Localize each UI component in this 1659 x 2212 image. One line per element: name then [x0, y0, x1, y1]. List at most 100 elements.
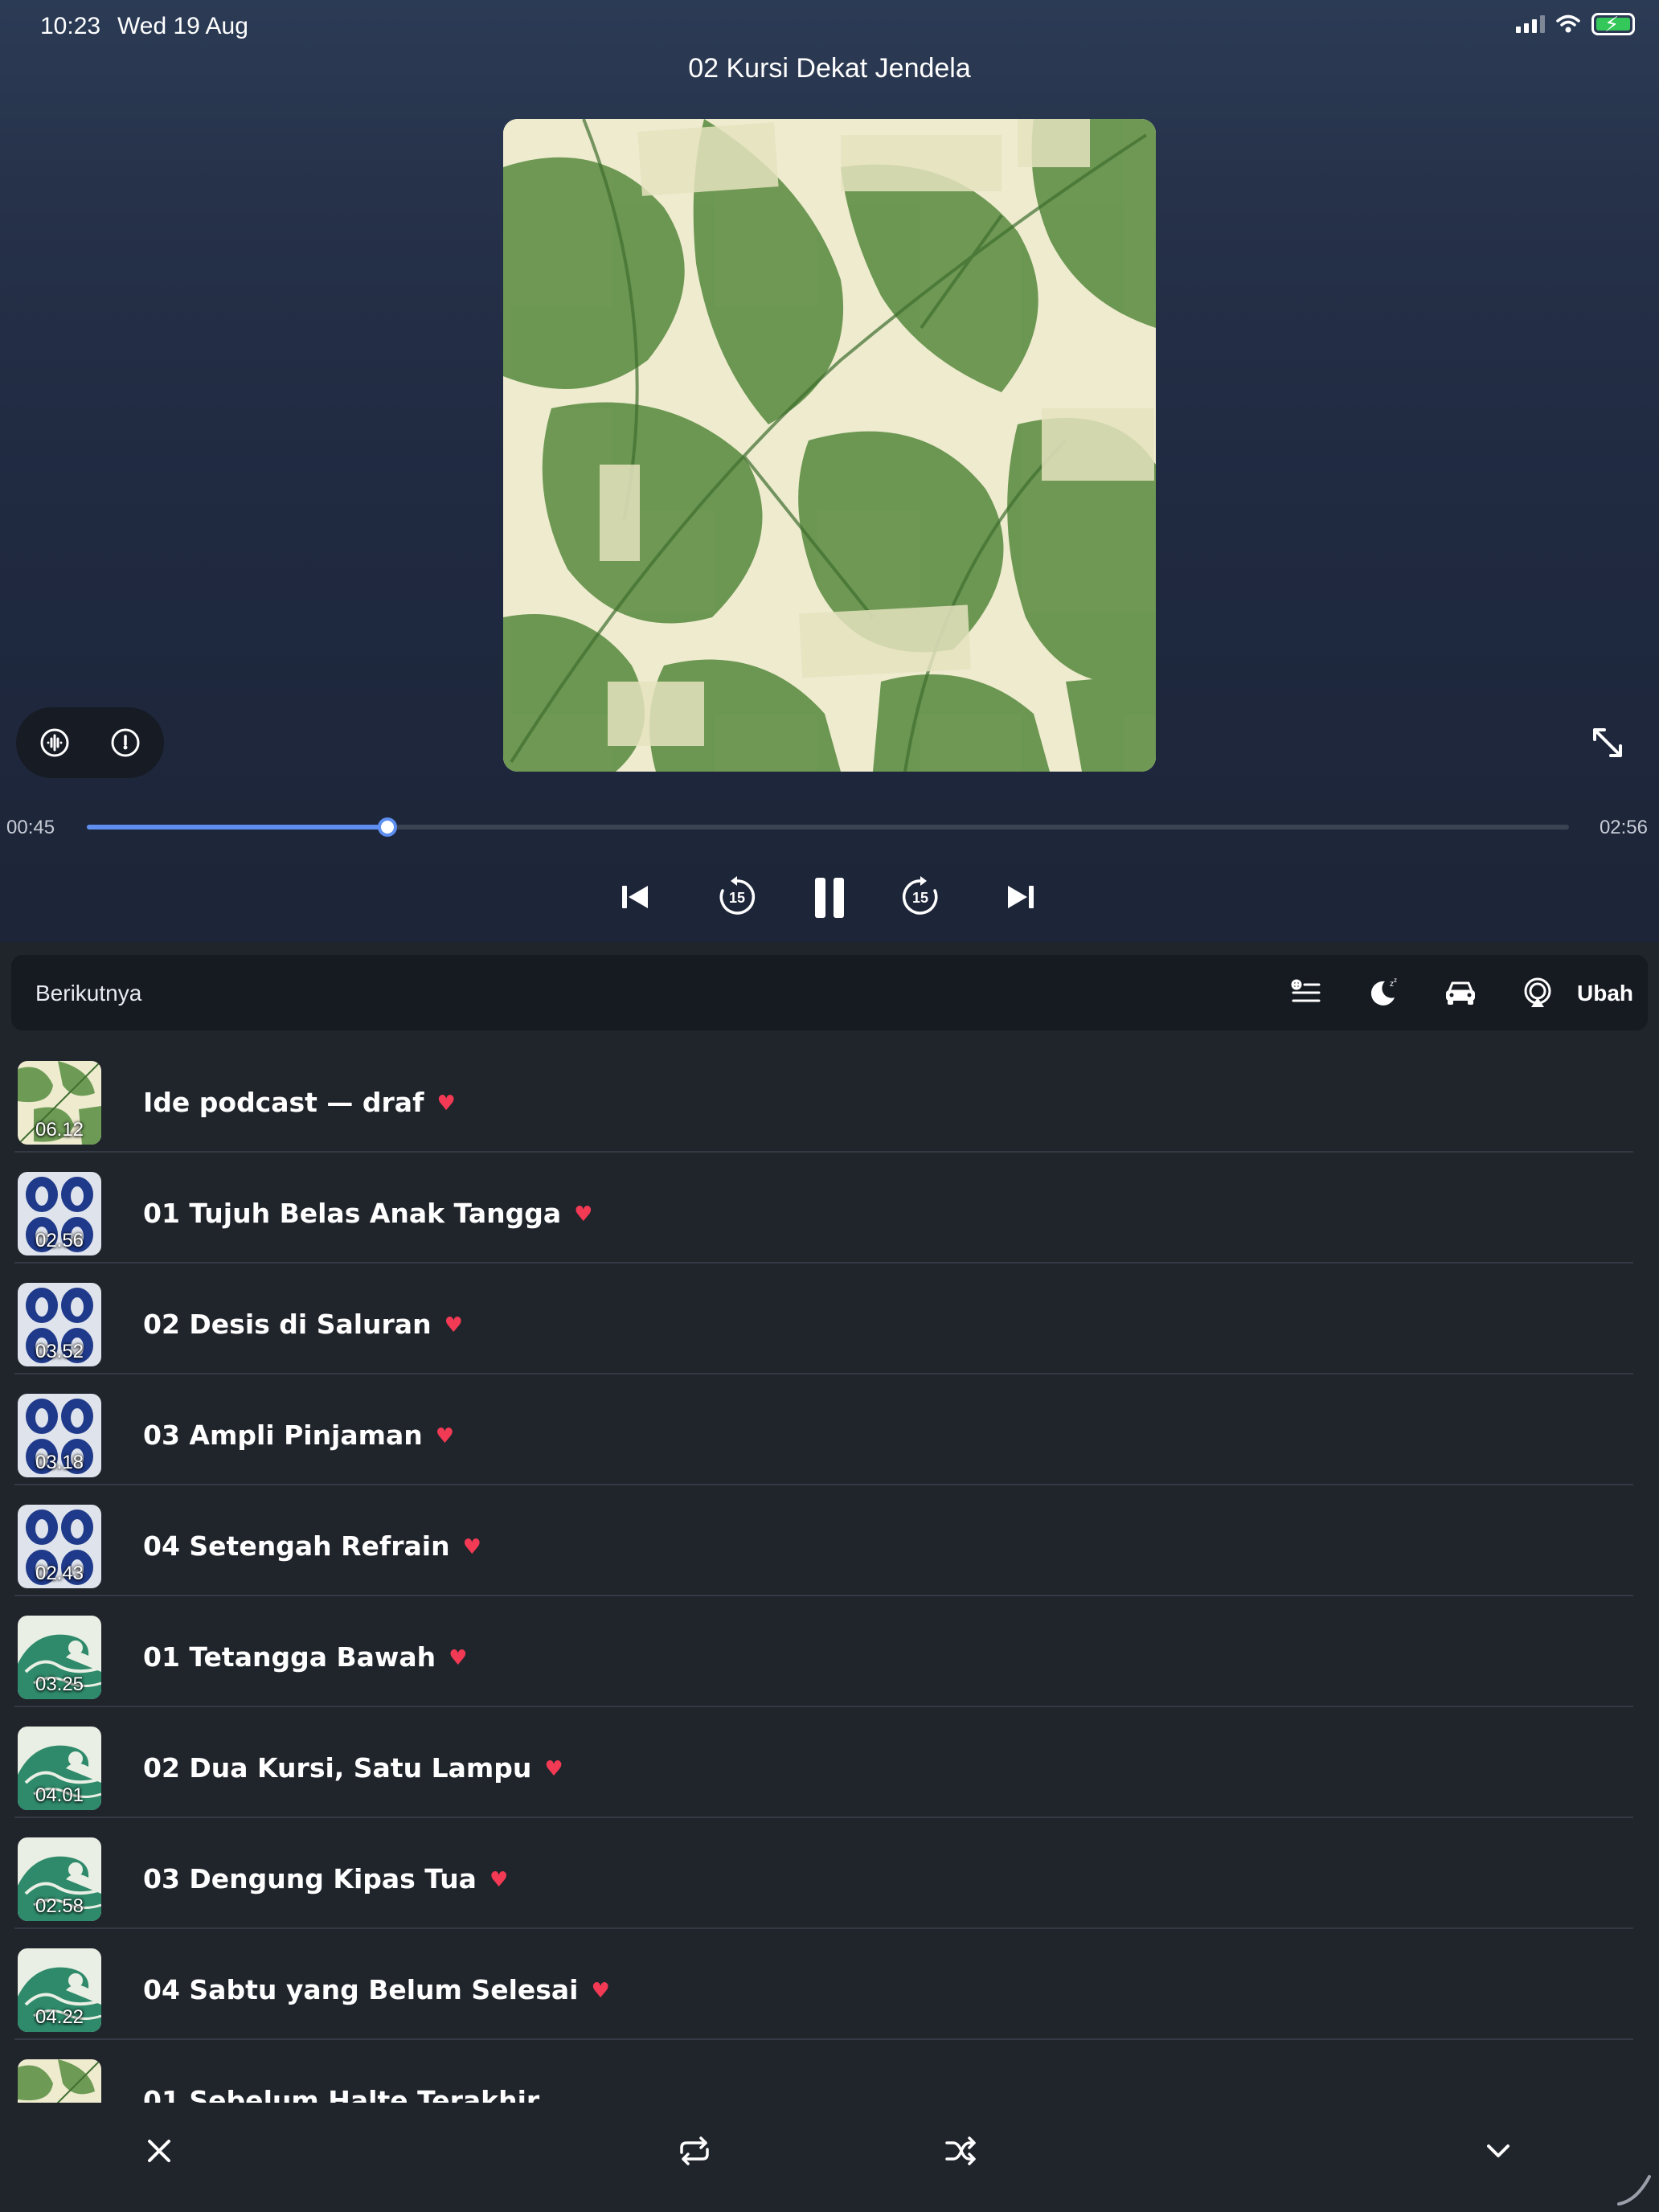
track-title-label: 01 Tujuh Belas Anak Tangga ♥: [143, 1198, 592, 1229]
track-duration: 02.58: [35, 1895, 84, 1917]
track-duration: 03.52: [35, 1341, 84, 1362]
total-duration: 02:56: [1599, 817, 1648, 838]
elapsed-time: 00:45: [6, 817, 55, 838]
queue-row[interactable]: 04.22 04 Sabtu yang Belum Selesai ♥: [14, 1929, 1633, 2040]
track-title-label: 04 Sabtu yang Belum Selesai ♥: [143, 1974, 610, 2005]
track-duration: 02.43: [35, 1563, 84, 1584]
track-title-text: 02 Dua Kursi, Satu Lampu: [143, 1752, 532, 1784]
track-duration: 03.18: [35, 1452, 84, 1473]
track-title-text: 01 Sebelum Halte Terakhir: [143, 2085, 540, 2103]
progress-slider[interactable]: [87, 817, 1569, 837]
close-icon[interactable]: [137, 2128, 182, 2173]
track-title-text: 01 Tetangga Bawah: [143, 1641, 436, 1673]
progress-thumb[interactable]: [378, 817, 398, 837]
track-title-text: 03 Ampli Pinjaman: [143, 1419, 423, 1451]
favorite-heart-icon[interactable]: ♥: [436, 1424, 454, 1448]
track-artwork-thumbnail: 06.12: [18, 1061, 101, 1145]
track-title-label: 02 Dua Kursi, Satu Lampu ♥: [143, 1752, 563, 1784]
track-title-label: 03 Ampli Pinjaman ♥: [143, 1419, 454, 1451]
track-artwork-thumbnail: 02.56: [18, 1172, 101, 1256]
track-artwork-thumbnail: 03.52: [18, 1283, 101, 1366]
skip-back-icon[interactable]: [606, 868, 664, 926]
now-playing-panel: 10:23 Wed 19 Aug ⚡ 02 Kursi Dekat Jendel…: [0, 0, 1659, 942]
track-title-label: 03 Dengung Kipas Tua ♥: [143, 1863, 508, 1895]
audio-effects-pill: [16, 707, 164, 778]
queue-row[interactable]: 06.12 Ide podcast — draf ♥: [14, 1042, 1633, 1153]
track-artwork-thumbnail: 03.25: [18, 1616, 101, 1699]
queue-row[interactable]: 02.58 03 Dengung Kipas Tua ♥: [14, 1818, 1633, 1929]
skip-forward-icon[interactable]: [992, 868, 1050, 926]
track-title-text: Ide podcast — draf: [143, 1087, 424, 1118]
track-title-text: 02 Desis di Saluran: [143, 1309, 432, 1340]
queue-list: 06.12 Ide podcast — draf ♥ 02.56 01 Tujuh Be…: [0, 1042, 1659, 2103]
favorite-heart-icon[interactable]: ♥: [544, 1757, 563, 1781]
queue-row[interactable]: 02.56 01 Tujuh Belas Anak Tangga ♥: [14, 1153, 1633, 1264]
track-title-label: 01 Tetangga Bawah ♥: [143, 1641, 467, 1673]
svg-text:15: 15: [912, 890, 928, 906]
track-title-text: 03 Dengung Kipas Tua: [143, 1863, 477, 1895]
status-bar: 10:23 Wed 19 Aug ⚡: [0, 0, 1659, 51]
sound-wave-icon[interactable]: [37, 725, 72, 760]
track-title: 02 Kursi Dekat Jendela: [688, 53, 971, 84]
track-duration: 02.56: [35, 1230, 84, 1251]
chevron-down-icon[interactable]: [1476, 2128, 1521, 2173]
queue-label: Berikutnya: [35, 981, 142, 1006]
add-to-queue-icon[interactable]: [1288, 974, 1325, 1011]
track-title-label: Ide podcast — draf ♥: [143, 1087, 456, 1118]
track-duration: 06.12: [35, 1119, 84, 1141]
track-title-label: 04 Setengah Refrain ♥: [143, 1530, 481, 1562]
track-artwork-thumbnail: 02.58: [18, 1837, 101, 1921]
favorite-heart-icon[interactable]: ♥: [574, 1202, 592, 1227]
track-title-label: 01 Sebelum Halte Terakhir: [143, 2085, 539, 2103]
album-artwork[interactable]: [503, 119, 1156, 772]
sleep-timer-icon[interactable]: z z: [1365, 974, 1402, 1011]
queue-header: Berikutnya z z Ubah: [11, 955, 1648, 1030]
repeat-icon[interactable]: [672, 2128, 717, 2173]
track-duration: 04.22: [35, 2006, 84, 2028]
queue-row[interactable]: 03.18 03 Ampli Pinjaman ♥: [14, 1374, 1633, 1485]
svg-text:z: z: [1394, 977, 1397, 984]
track-artwork-thumbnail: 02.43: [18, 1505, 101, 1588]
car-mode-icon[interactable]: [1442, 974, 1479, 1011]
track-duration: 03.25: [35, 1673, 84, 1695]
speed-gauge-icon[interactable]: [108, 725, 143, 760]
favorite-heart-icon[interactable]: ♥: [592, 1979, 610, 2003]
resize-handle-icon[interactable]: [1612, 2169, 1653, 2209]
favorite-heart-icon[interactable]: ♥: [444, 1313, 463, 1337]
status-icons: ⚡: [1516, 12, 1635, 36]
track-title-text: 04 Sabtu yang Belum Selesai: [143, 1974, 579, 2005]
favorite-heart-icon[interactable]: ♥: [463, 1535, 481, 1559]
favorite-heart-icon[interactable]: ♥: [490, 1868, 508, 1892]
playback-controls: 15 15: [0, 868, 1659, 926]
queue-row[interactable]: 03.25 01 Tetangga Bawah ♥: [14, 1596, 1633, 1707]
wifi-icon: [1556, 14, 1580, 33]
track-title-text: 01 Tujuh Belas Anak Tangga: [143, 1198, 562, 1229]
pause-icon[interactable]: [801, 868, 858, 926]
expand-icon[interactable]: [1588, 723, 1627, 762]
rewind-15-icon[interactable]: 15: [708, 868, 766, 926]
signal-icon: [1516, 15, 1545, 33]
track-artwork-thumbnail: 04.22: [18, 1948, 101, 2032]
favorite-heart-icon[interactable]: ♥: [449, 1646, 467, 1670]
queue-row[interactable]: 03.52 02 Desis di Saluran ♥: [14, 1264, 1633, 1374]
queue-row[interactable]: 02.43 04 Setengah Refrain ♥: [14, 1485, 1633, 1596]
progress-fill: [87, 825, 388, 830]
track-artwork-thumbnail: [18, 2059, 101, 2103]
favorite-heart-icon[interactable]: ♥: [436, 1092, 455, 1116]
shuffle-icon[interactable]: [939, 2128, 984, 2173]
queue-row[interactable]: 01 Sebelum Halte Terakhir: [14, 2040, 1633, 2103]
airplay-icon[interactable]: [1519, 974, 1556, 1011]
bottom-toolbar: [0, 2103, 1659, 2212]
track-title-text: 04 Setengah Refrain: [143, 1530, 450, 1562]
track-artwork-thumbnail: 03.18: [18, 1394, 101, 1477]
edit-queue-button[interactable]: Ubah: [1577, 981, 1633, 1006]
battery-icon: ⚡: [1591, 12, 1635, 36]
status-time: 10:23: [40, 13, 101, 39]
svg-text:15: 15: [729, 890, 745, 906]
status-date: Wed 19 Aug: [117, 13, 248, 39]
forward-15-icon[interactable]: 15: [891, 868, 949, 926]
track-title-label: 02 Desis di Saluran ♥: [143, 1309, 463, 1340]
track-duration: 04.01: [35, 1784, 84, 1806]
queue-row[interactable]: 04.01 02 Dua Kursi, Satu Lampu ♥: [14, 1707, 1633, 1818]
track-artwork-thumbnail: 04.01: [18, 1727, 101, 1810]
